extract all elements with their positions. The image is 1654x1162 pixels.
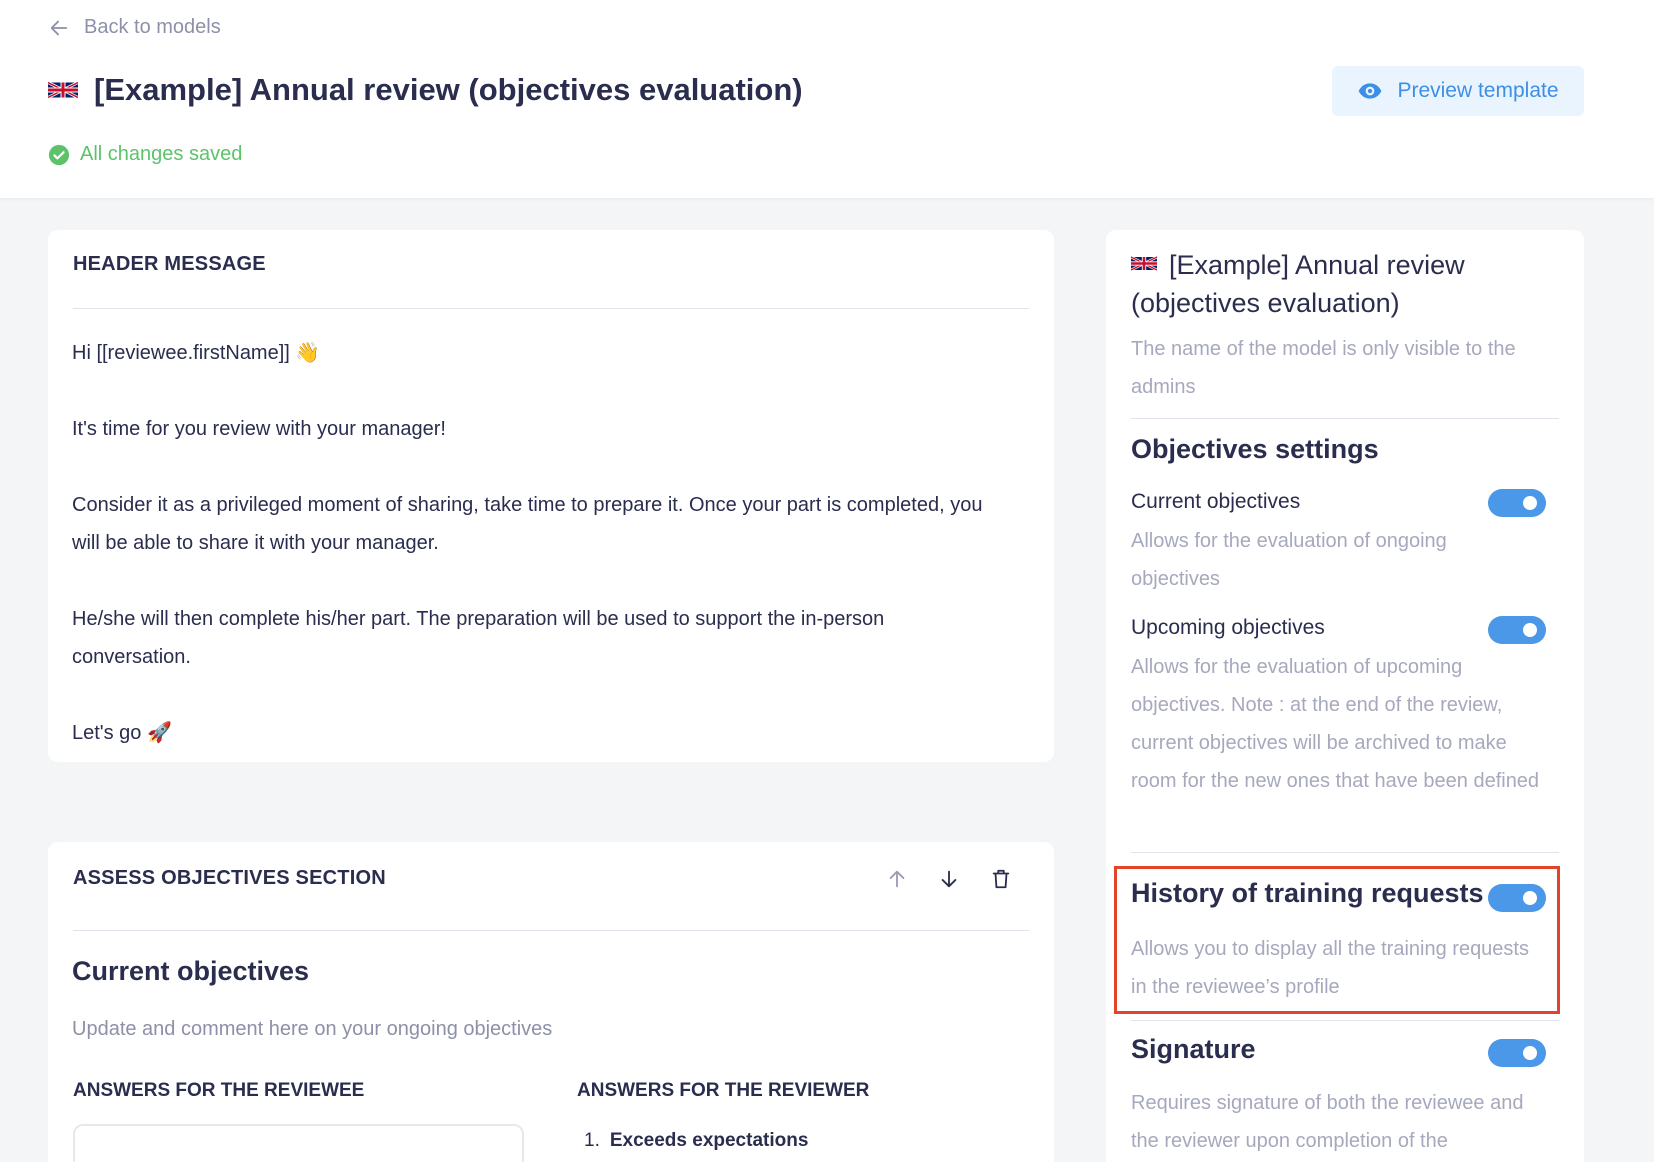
divider [73,930,1029,931]
objectives-settings-heading: Objectives settings [1131,434,1379,464]
page-title: [Example] Annual review (objectives eval… [94,72,803,107]
model-name-text: [Example] Annual review (objectives eval… [1131,250,1465,318]
divider [1131,418,1559,419]
top-bar: Back to models [Example] Annual review (… [0,0,1654,198]
training-history-label: History of training requests [1131,878,1484,908]
model-name-note: The name of the model is only visible to… [1131,338,1516,398]
header-message-card: HEADER MESSAGE Hi [[reviewee.firstName]]… [48,230,1054,762]
check-circle-icon [48,144,70,165]
reviewee-answers-label: ANSWERS FOR THE REVIEWEE [73,1080,365,1101]
arrow-down-icon [941,870,957,888]
model-name[interactable]: [Example] Annual review (objectives eval… [1131,246,1561,322]
message-line[interactable]: Let's go 🚀 [72,714,992,752]
message-line[interactable]: Hi [[reviewee.firstName]] 👋 [72,334,992,372]
assess-objectives-card: ASSESS OBJECTIVES SECTION Current object… [48,842,1054,1162]
save-status-label: All changes saved [80,143,243,165]
signature-description: Requires signature of both the reviewee … [1131,1092,1524,1152]
header-message-heading: HEADER MESSAGE [73,253,266,275]
upcoming-objectives-label: Upcoming objectives [1131,616,1325,639]
arrow-left-icon [50,20,68,35]
move-down-button[interactable] [936,866,962,892]
back-to-models-link[interactable]: Back to models [48,16,221,39]
answer-option[interactable]: 1. Exceeds expectations [584,1130,808,1152]
settings-sidebar-card: [Example] Annual review (objectives eval… [1106,230,1584,1162]
signature-toggle[interactable] [1488,1039,1546,1067]
save-status: All changes saved [48,143,242,166]
title-row: [Example] Annual review (objectives eval… [48,72,803,108]
arrow-up-icon [889,870,905,888]
divider [73,308,1029,309]
preview-template-label: Preview template [1397,79,1559,102]
divider [1131,852,1559,853]
trash-icon [992,869,1010,889]
divider [1131,1020,1559,1021]
training-history-description: Allows you to display all the training r… [1131,938,1529,998]
current-objectives-toggle[interactable] [1488,489,1546,517]
reviewer-answers-label: ANSWERS FOR THE REVIEWER [577,1080,870,1101]
training-history-toggle[interactable] [1488,884,1546,912]
preview-template-button[interactable]: Preview template [1332,66,1584,116]
option-number: 1. [584,1130,600,1151]
uk-flag-icon [1131,255,1157,272]
delete-section-button[interactable] [988,866,1014,892]
assess-section-heading: ASSESS OBJECTIVES SECTION [73,867,386,889]
section-actions [884,866,1014,892]
uk-flag-icon [48,81,78,99]
back-link-label: Back to models [84,16,221,38]
signature-label: Signature [1131,1034,1256,1064]
current-objectives-label: Current objectives [1131,490,1301,513]
upcoming-objectives-description: Allows for the evaluation of upcoming ob… [1131,656,1540,792]
eye-icon [1359,83,1382,99]
message-line[interactable]: It's time for you review with your manag… [72,410,992,448]
message-line[interactable]: He/she will then complete his/her part. … [72,600,992,676]
upcoming-objectives-toggle[interactable] [1488,616,1546,644]
message-line[interactable]: Consider it as a privileged moment of sh… [72,486,992,562]
option-label: Exceeds expectations [609,1130,809,1151]
section-description[interactable]: Update and comment here on your ongoing … [72,1018,552,1041]
section-title[interactable]: Current objectives [72,956,309,987]
current-objectives-description: Allows for the evaluation of ongoing obj… [1131,530,1447,590]
reviewee-answer-box[interactable] [73,1124,524,1162]
move-up-button[interactable] [884,866,910,892]
